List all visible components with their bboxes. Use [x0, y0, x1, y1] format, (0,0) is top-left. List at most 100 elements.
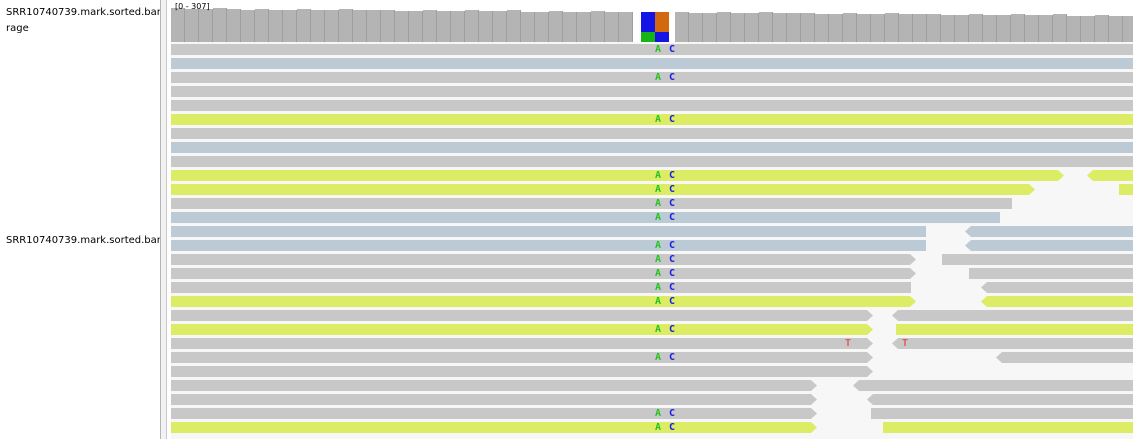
coverage-bar[interactable]: [843, 13, 857, 42]
coverage-bar[interactable]: [1053, 14, 1067, 42]
coverage-bar[interactable]: [325, 10, 339, 42]
aligned-read[interactable]: [171, 100, 1133, 111]
aligned-read[interactable]: [171, 408, 817, 419]
coverage-bar[interactable]: [1109, 16, 1123, 42]
coverage-bar[interactable]: [969, 14, 983, 42]
coverage-bar[interactable]: [801, 13, 815, 42]
aligned-read[interactable]: [981, 296, 1133, 307]
coverage-bar[interactable]: [759, 12, 773, 42]
aligned-read[interactable]: [171, 58, 1133, 69]
aligned-read[interactable]: [171, 338, 873, 349]
coverage-bar[interactable]: [269, 10, 283, 42]
coverage-bar[interactable]: [717, 12, 731, 42]
coverage-bar[interactable]: [941, 15, 955, 42]
coverage-bar[interactable]: [521, 12, 535, 42]
coverage-bar[interactable]: [591, 11, 605, 42]
aligned-read[interactable]: [867, 394, 1133, 405]
aligned-read[interactable]: [942, 254, 1133, 265]
aligned-read[interactable]: [171, 240, 926, 251]
aligned-read[interactable]: [965, 240, 1133, 251]
coverage-bar[interactable]: [311, 10, 325, 42]
coverage-bar[interactable]: [493, 11, 507, 42]
aligned-read[interactable]: [996, 352, 1133, 363]
coverage-bar[interactable]: [745, 13, 759, 42]
coverage-bar[interactable]: [1095, 15, 1109, 42]
coverage-bar[interactable]: [1067, 16, 1081, 42]
coverage-bar[interactable]: [815, 14, 829, 42]
variant-coverage-bar[interactable]: [655, 12, 669, 32]
coverage-bar[interactable]: [549, 11, 563, 42]
coverage-bar[interactable]: [479, 11, 493, 42]
coverage-bar[interactable]: [731, 13, 745, 42]
coverage-bar[interactable]: [675, 12, 689, 42]
coverage-bar[interactable]: [577, 12, 591, 42]
aligned-read[interactable]: [892, 310, 1133, 321]
aligned-read[interactable]: [171, 184, 1035, 195]
coverage-bar[interactable]: [857, 14, 871, 42]
coverage-bar[interactable]: [535, 12, 549, 42]
coverage-bar[interactable]: [1025, 15, 1039, 42]
coverage-bar[interactable]: [829, 14, 843, 42]
coverage-bar[interactable]: [913, 14, 927, 42]
coverage-bar[interactable]: [409, 11, 423, 42]
aligned-read[interactable]: [965, 226, 1133, 237]
coverage-bar[interactable]: [885, 13, 899, 42]
variant-coverage-bar[interactable]: [641, 12, 655, 32]
aligned-read[interactable]: [171, 366, 873, 377]
aligned-read[interactable]: [171, 296, 916, 307]
aligned-read[interactable]: [171, 44, 1133, 55]
aligned-read[interactable]: [1087, 170, 1133, 181]
coverage-bar[interactable]: [437, 11, 451, 42]
coverage-bar[interactable]: [1011, 14, 1025, 42]
coverage-bar[interactable]: [423, 10, 437, 42]
coverage-bar[interactable]: [955, 15, 969, 42]
coverage-bar[interactable]: [927, 14, 941, 42]
aligned-read[interactable]: [171, 394, 817, 405]
coverage-bar[interactable]: [605, 12, 619, 42]
coverage-bar[interactable]: [395, 11, 409, 42]
aligned-read[interactable]: [981, 282, 1133, 293]
coverage-track[interactable]: [171, 0, 1133, 44]
aligned-read[interactable]: [969, 268, 1133, 279]
aligned-read[interactable]: [171, 268, 916, 279]
coverage-bar[interactable]: [283, 10, 297, 42]
aligned-read[interactable]: [171, 156, 1133, 167]
aligned-read[interactable]: [171, 324, 873, 335]
coverage-bar[interactable]: [353, 10, 367, 42]
aligned-read[interactable]: [871, 408, 1133, 419]
coverage-bar[interactable]: [773, 13, 787, 42]
aligned-read[interactable]: [853, 380, 1133, 391]
aligned-read[interactable]: [171, 170, 1064, 181]
coverage-bar[interactable]: [367, 10, 381, 42]
coverage-bar[interactable]: [185, 9, 199, 42]
coverage-bar[interactable]: [899, 14, 913, 42]
coverage-bar[interactable]: [787, 13, 801, 42]
aligned-read[interactable]: [171, 422, 817, 433]
coverage-bar[interactable]: [381, 10, 395, 42]
aligned-read[interactable]: [171, 254, 916, 265]
aligned-read[interactable]: [171, 128, 1133, 139]
aligned-read[interactable]: [171, 310, 873, 321]
aligned-read[interactable]: [171, 212, 1000, 223]
coverage-bar[interactable]: [689, 13, 703, 42]
coverage-bar[interactable]: [297, 9, 311, 42]
coverage-bar[interactable]: [983, 15, 997, 42]
coverage-bar[interactable]: [171, 8, 185, 42]
aligned-read[interactable]: [892, 338, 1133, 349]
coverage-bar[interactable]: [871, 14, 885, 42]
aligned-read[interactable]: [883, 422, 1133, 433]
aligned-read[interactable]: [171, 282, 911, 293]
coverage-bar[interactable]: [241, 10, 255, 42]
coverage-bar[interactable]: [563, 12, 577, 42]
coverage-bar[interactable]: [465, 10, 479, 42]
aligned-read[interactable]: [171, 142, 1133, 153]
coverage-bar[interactable]: [1039, 15, 1053, 42]
coverage-bar[interactable]: [339, 9, 353, 42]
aligned-read[interactable]: [171, 380, 817, 391]
aligned-read[interactable]: [171, 226, 926, 237]
coverage-bar[interactable]: [227, 9, 241, 42]
coverage-bar[interactable]: [507, 10, 521, 42]
aligned-read[interactable]: [1119, 184, 1133, 195]
coverage-bar[interactable]: [1081, 16, 1095, 42]
aligned-read[interactable]: [171, 198, 1012, 209]
